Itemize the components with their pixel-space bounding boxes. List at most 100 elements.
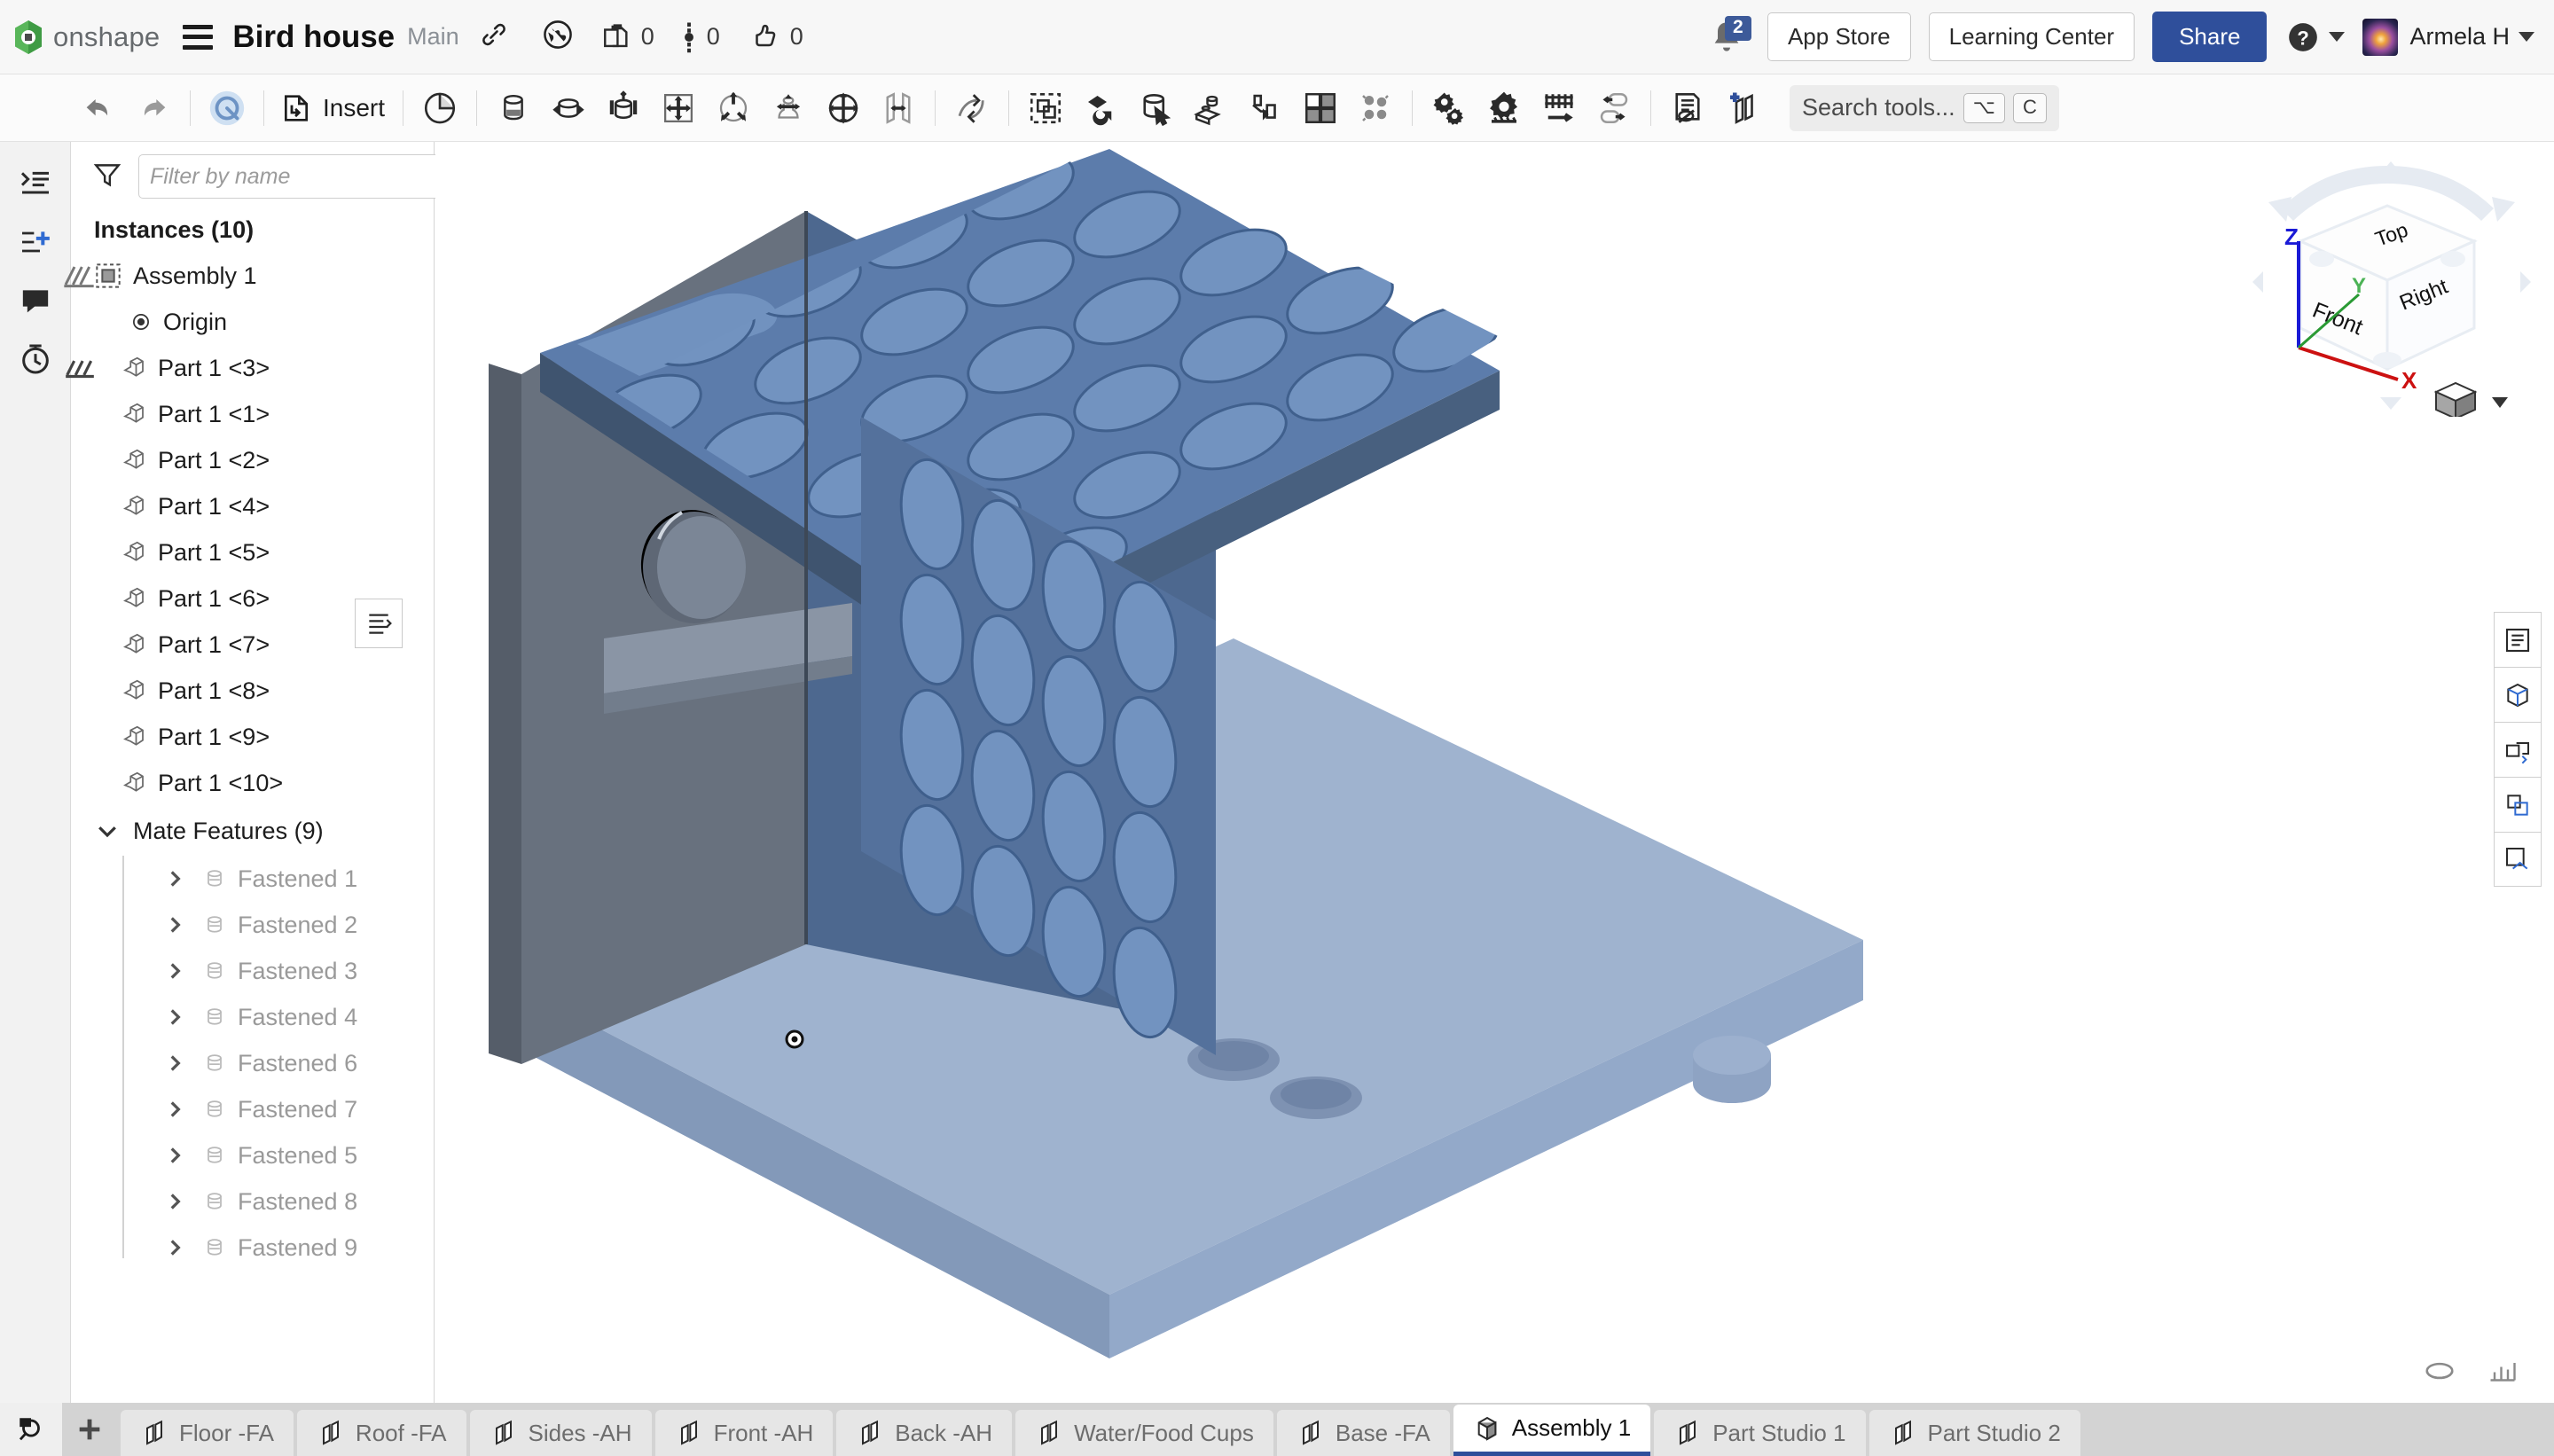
comments-button[interactable] [8, 271, 63, 330]
versions-counter[interactable]: 0 [681, 21, 720, 53]
group-button[interactable] [1018, 82, 1073, 135]
search-tools-button[interactable]: Search tools... ⌥ C [1790, 84, 2059, 131]
render-button[interactable] [2494, 832, 2542, 887]
document-tab[interactable]: Sides -AH [469, 1410, 652, 1456]
history-button[interactable] [8, 330, 63, 388]
share-button[interactable]: Share [2152, 12, 2268, 62]
tree-item-mate[interactable]: Fastened 2 [71, 902, 434, 948]
rotate-view-button[interactable] [200, 82, 255, 135]
help-menu[interactable]: ? [2286, 20, 2346, 54]
cylindrical-mate-button[interactable] [596, 82, 651, 135]
view-cube[interactable]: Top Front Right Z Y X [2245, 160, 2538, 420]
document-tab[interactable]: Back -AH [836, 1410, 1013, 1456]
onshape-logo[interactable]: onshape [12, 20, 160, 55]
planar-mate-button[interactable] [651, 82, 706, 135]
chevron-right-icon[interactable] [163, 913, 186, 936]
chevron-right-icon[interactable] [163, 1006, 186, 1029]
document-tab[interactable]: Roof -FA [296, 1410, 466, 1456]
document-tab[interactable]: Front -AH [654, 1410, 834, 1456]
chevron-right-icon[interactable] [163, 1052, 186, 1075]
replace-instance-button[interactable] [1073, 82, 1128, 135]
tree-item-part[interactable]: Part 1 <1> [71, 391, 434, 437]
document-tab[interactable]: Floor -FA [121, 1410, 294, 1456]
revolute-mate-button[interactable] [486, 82, 541, 135]
add-part-studio-button[interactable] [1715, 82, 1770, 135]
transform-button[interactable] [1238, 82, 1293, 135]
assembly-suppressed-icon[interactable] [61, 262, 97, 289]
tree-item-mate[interactable]: Fastened 8 [71, 1178, 434, 1225]
hide-show-button[interactable] [1660, 82, 1715, 135]
add-tab-button[interactable] [62, 1403, 117, 1456]
likes-counter[interactable]: 0 [747, 21, 803, 53]
tree-item-part[interactable]: Part 1 <5> [71, 529, 434, 575]
create-part-studio-in-context-button[interactable] [1128, 82, 1183, 135]
document-tab[interactable]: Base -FA [1276, 1410, 1450, 1456]
redo-button[interactable] [126, 82, 181, 135]
chevron-right-icon[interactable] [163, 1190, 186, 1213]
slider-mate-button[interactable] [541, 82, 596, 135]
scale-button[interactable] [2487, 1356, 2519, 1390]
chevron-right-icon[interactable] [163, 1144, 186, 1167]
pattern-button[interactable] [1293, 82, 1348, 135]
insert-button[interactable]: Insert [273, 90, 394, 126]
learning-center-button[interactable]: Learning Center [1928, 12, 2135, 61]
tree-item-mate[interactable]: Fastened 3 [71, 948, 434, 994]
user-menu[interactable]: Armela H [2362, 18, 2534, 56]
copies-counter[interactable]: 0 [601, 22, 654, 52]
assembly-features-button[interactable] [1422, 82, 1477, 135]
tree-item-assembly[interactable]: Assembly 1 [64, 253, 434, 299]
fastened-mate-button[interactable] [412, 82, 467, 135]
appearance-button[interactable] [2494, 777, 2542, 832]
public-globe-icon[interactable] [541, 18, 575, 56]
tree-item-part[interactable]: Part 1 <8> [71, 668, 434, 714]
measure-button[interactable] [2494, 722, 2542, 777]
tree-item-mate[interactable]: Fastened 7 [71, 1086, 434, 1132]
tree-item-mate[interactable]: Fastened 1 [71, 856, 434, 902]
chevron-right-icon[interactable] [163, 1236, 186, 1259]
tree-item-mate[interactable]: Fastened 4 [71, 994, 434, 1040]
filter-input[interactable] [138, 154, 450, 199]
app-store-button[interactable]: App Store [1767, 12, 1911, 61]
tree-item-part[interactable]: Part 1 <3> [66, 345, 434, 391]
display-panel-button[interactable] [2494, 612, 2542, 667]
explode-button[interactable] [1348, 82, 1403, 135]
view-orientation-button[interactable] [2423, 1356, 2456, 1390]
tree-item-mate[interactable]: Fastened 5 [71, 1132, 434, 1178]
main-menu-button[interactable] [183, 24, 214, 50]
document-tab[interactable]: Part Studio 1 [1654, 1410, 1866, 1456]
feature-list-toggle[interactable] [8, 154, 63, 213]
section-view-button[interactable] [2494, 667, 2542, 722]
tree-item-origin[interactable]: Origin [71, 299, 434, 345]
tab-search-button[interactable] [5, 1403, 57, 1456]
spring-button[interactable] [1532, 82, 1586, 135]
tree-popout-button[interactable] [355, 599, 403, 648]
tree-item-part[interactable]: Part 1 <2> [71, 437, 434, 483]
tree-item-part[interactable]: Part 1 <9> [71, 714, 434, 760]
tree-item-mate[interactable]: Fastened 6 [71, 1040, 434, 1086]
tree-item-part[interactable]: Part 1 <10> [71, 760, 434, 806]
pin-slot-mate-button[interactable] [761, 82, 816, 135]
undo-button[interactable] [71, 82, 126, 135]
ball-mate-button[interactable] [706, 82, 761, 135]
mate-limits-button[interactable] [1586, 82, 1641, 135]
chevron-right-icon[interactable] [163, 1098, 186, 1121]
part-suppressed-icon[interactable] [63, 356, 97, 380]
tree-item-part[interactable]: Part 1 <4> [71, 483, 434, 529]
insert-mate-feature-button[interactable] [1183, 82, 1238, 135]
document-tab[interactable]: Part Studio 2 [1868, 1410, 2080, 1456]
document-tab[interactable]: Water/Food Cups [1015, 1410, 1273, 1456]
mate-features-header[interactable]: Mate Features (9) [71, 806, 434, 856]
document-tab[interactable]: Assembly 1 [1453, 1405, 1651, 1456]
configuration-button[interactable] [1477, 82, 1532, 135]
mate-connector-button[interactable] [944, 82, 999, 135]
add-instance-button[interactable] [8, 213, 63, 271]
parallel-mate-button[interactable] [816, 82, 871, 135]
chevron-right-icon[interactable] [163, 959, 186, 982]
tree-item-mate[interactable]: Fastened 9 [71, 1225, 434, 1271]
3d-viewport[interactable]: Top Front Right Z Y X [435, 142, 2554, 1403]
filter-icon[interactable] [92, 160, 122, 194]
chevron-right-icon[interactable] [163, 867, 186, 890]
notifications-button[interactable]: 2 [1709, 15, 1751, 57]
tangent-mate-button[interactable] [871, 82, 926, 135]
link-icon[interactable] [479, 20, 509, 54]
